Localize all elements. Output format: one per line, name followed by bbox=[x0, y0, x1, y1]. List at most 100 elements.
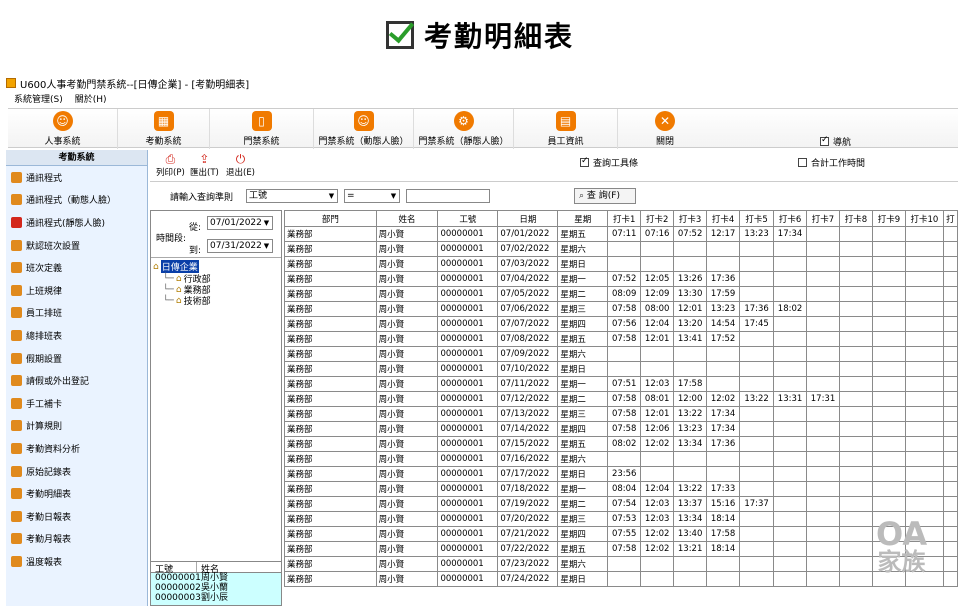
toolbar-access-button[interactable]: ▯ 門禁系統 bbox=[210, 109, 314, 149]
sidebar-item[interactable]: 通訊程式(靜態人臉) bbox=[6, 211, 147, 234]
menu-about[interactable]: 關於(H) bbox=[75, 92, 107, 105]
column-header[interactable]: 星期 bbox=[557, 210, 609, 227]
sidebar-item[interactable]: 上班規律 bbox=[6, 279, 147, 302]
table-row[interactable]: 業務部 周小賢 00000001 07/08/2022 星期五 07:58 12:01 13:… bbox=[284, 331, 958, 347]
toolbar-close-button[interactable]: ✕ 關閉 bbox=[618, 109, 712, 149]
sidebar-item[interactable]: 手工補卡 bbox=[6, 392, 147, 415]
export-button[interactable]: ⇪ 匯出(T) bbox=[190, 152, 219, 178]
table-row[interactable]: 業務部 周小賢 00000001 07/12/2022 星期二 07:58 08:01 12:… bbox=[284, 391, 958, 407]
table-row[interactable]: 業務部 周小賢 00000001 07/18/2022 星期一 08:04 12:04 13:… bbox=[284, 481, 958, 497]
column-header[interactable]: 打卡3 bbox=[673, 210, 708, 227]
table-cell: 15:16 bbox=[706, 496, 741, 512]
column-header[interactable]: 工號 bbox=[437, 210, 499, 227]
menu-item-icon bbox=[11, 488, 22, 500]
sidebar-item[interactable]: 通訊程式 bbox=[6, 166, 147, 189]
menu-item-icon bbox=[11, 284, 22, 296]
column-header[interactable]: 打卡6 bbox=[773, 210, 808, 227]
column-header[interactable]: 打卡8 bbox=[838, 210, 873, 227]
table-row[interactable]: 業務部 周小賢 00000001 07/14/2022 星期四 07:58 12:06 13:… bbox=[284, 421, 958, 437]
sidebar-item[interactable]: 考勤明細表 bbox=[6, 482, 147, 505]
column-header[interactable]: 打卡7 bbox=[806, 210, 840, 227]
query-field-select[interactable]: 工號 ▼ bbox=[246, 189, 338, 203]
sidebar-item[interactable]: 溫度報表 bbox=[6, 550, 147, 573]
column-header[interactable]: 部門 bbox=[284, 210, 377, 227]
query-operator-select[interactable]: = ▼ bbox=[344, 189, 400, 203]
toolbar-attendance-button[interactable]: ▦ 考勤系統 bbox=[118, 109, 210, 149]
table-row[interactable]: 業務部 周小賢 00000001 07/17/2022 星期日 23:56 bbox=[284, 466, 958, 482]
nav-checkbox[interactable]: 導航 bbox=[820, 135, 851, 148]
column-header[interactable]: 打卡1 bbox=[607, 210, 642, 227]
checkbox-box[interactable] bbox=[820, 135, 829, 146]
table-cell: 07:51 bbox=[607, 376, 642, 392]
sidebar-item[interactable]: 計算規則 bbox=[6, 415, 147, 438]
sidebar-item[interactable]: 原始記錄表 bbox=[6, 460, 147, 483]
sidebar-item[interactable]: 假期設置 bbox=[6, 347, 147, 370]
column-header[interactable]: 打 bbox=[942, 210, 958, 227]
sidebar-item[interactable]: 考勤資料分析 bbox=[6, 437, 147, 460]
column-header[interactable]: 打卡2 bbox=[640, 210, 675, 227]
employee-row[interactable]: 00000002 吳小蘭 bbox=[151, 583, 281, 593]
toolbar-access-dynamic-face-button[interactable]: ☺ 門禁系統（動態人臉） bbox=[314, 109, 414, 149]
table-row[interactable]: 業務部 周小賢 00000001 07/13/2022 星期三 07:58 12:01 13:… bbox=[284, 406, 958, 422]
chevron-down-icon[interactable]: ▼ bbox=[262, 241, 271, 251]
table-row[interactable]: 業務部 周小賢 00000001 07/03/2022 星期日 bbox=[284, 256, 958, 272]
employee-row[interactable]: 00000003 劉小辰 bbox=[151, 593, 281, 603]
table-row[interactable]: 業務部 周小賢 00000001 07/23/2022 星期六 bbox=[284, 556, 958, 572]
sidebar-item[interactable]: 總排班表 bbox=[6, 324, 147, 347]
table-row[interactable]: 業務部 周小賢 00000001 07/04/2022 星期一 07:52 12:05 13:… bbox=[284, 271, 958, 287]
column-header[interactable]: 姓名 bbox=[375, 210, 439, 227]
checkbox-box[interactable] bbox=[798, 158, 807, 167]
checkbox-box[interactable] bbox=[580, 156, 589, 167]
query-button[interactable]: ⌕ 查 詢(F) bbox=[574, 188, 636, 204]
sidebar-item[interactable]: 考勤日報表 bbox=[6, 505, 147, 528]
tree-item[interactable]: └─ ⌂ 技術部 bbox=[163, 294, 211, 308]
table-cell: 星期日 bbox=[557, 256, 609, 272]
table-row[interactable]: 業務部 周小賢 00000001 07/07/2022 星期四 07:56 12:04 13:… bbox=[284, 316, 958, 332]
chevron-down-icon[interactable]: ▼ bbox=[389, 191, 398, 201]
table-row[interactable]: 業務部 周小賢 00000001 07/24/2022 星期日 bbox=[284, 571, 958, 587]
toolbar-access-static-face-button[interactable]: ⚙ 門禁系統（靜態人臉） bbox=[414, 109, 514, 149]
table-row[interactable]: 業務部 周小賢 00000001 07/02/2022 星期六 bbox=[284, 241, 958, 257]
sidebar-item[interactable]: 通訊程式（動態人臉） bbox=[6, 189, 147, 212]
sidebar-item[interactable]: 默認班次設置 bbox=[6, 234, 147, 257]
sidebar-item[interactable]: 請假或外出登記 bbox=[6, 369, 147, 392]
chevron-down-icon[interactable]: ▼ bbox=[327, 191, 336, 201]
from-date-picker[interactable]: 07/01/2022 ▼ bbox=[207, 216, 273, 230]
table-row[interactable]: 業務部 周小賢 00000001 07/09/2022 星期六 bbox=[284, 346, 958, 362]
table-row[interactable]: 業務部 周小賢 00000001 07/01/2022 星期五 07:11 07:16 07:… bbox=[284, 226, 958, 242]
query-value-input[interactable] bbox=[406, 189, 490, 203]
col-header[interactable]: 姓名 bbox=[197, 562, 219, 575]
sidebar-item[interactable]: 考勤月報表 bbox=[6, 528, 147, 551]
col-header[interactable]: 工號 bbox=[151, 562, 197, 575]
table-row[interactable]: 業務部 周小賢 00000001 07/11/2022 星期一 07:51 12:03 17:… bbox=[284, 376, 958, 392]
table-row[interactable]: 業務部 周小賢 00000001 07/20/2022 星期三 07:53 12:03 13:… bbox=[284, 511, 958, 527]
table-row[interactable]: 業務部 周小賢 00000001 07/22/2022 星期五 07:58 12:02 13:… bbox=[284, 541, 958, 557]
column-header[interactable]: 打卡5 bbox=[739, 210, 775, 227]
column-header[interactable]: 打卡4 bbox=[706, 210, 741, 227]
table-row[interactable]: 業務部 周小賢 00000001 07/19/2022 星期二 07:54 12:03 13:… bbox=[284, 496, 958, 512]
sidebar-item[interactable]: 員工排班 bbox=[6, 302, 147, 325]
table-cell bbox=[607, 571, 642, 587]
table-row[interactable]: 業務部 周小賢 00000001 07/15/2022 星期五 08:02 12:02 13:… bbox=[284, 436, 958, 452]
to-date-picker[interactable]: 07/31/2022 ▼ bbox=[207, 239, 273, 253]
table-row[interactable]: 業務部 周小賢 00000001 07/21/2022 星期四 07:55 12:02 13:… bbox=[284, 526, 958, 542]
table-cell: 13:22 bbox=[739, 391, 775, 407]
column-header[interactable]: 打卡9 bbox=[871, 210, 906, 227]
sidebar-item[interactable]: 班次定義 bbox=[6, 256, 147, 279]
table-row[interactable]: 業務部 周小賢 00000001 07/10/2022 星期日 bbox=[284, 361, 958, 377]
table-row[interactable]: 業務部 周小賢 00000001 07/05/2022 星期二 08:09 12:09 13:… bbox=[284, 286, 958, 302]
sum-hours-toggle[interactable]: 合計工作時間 bbox=[798, 156, 865, 169]
column-header[interactable]: 打卡10 bbox=[904, 210, 944, 227]
employee-row[interactable]: 00000001 周小賢 bbox=[151, 573, 281, 583]
sidebar-item-label: 員工排班 bbox=[26, 309, 63, 320]
chevron-down-icon[interactable]: ▼ bbox=[262, 218, 271, 228]
toolbar-staff-info-button[interactable]: ▤ 員工資訊 bbox=[514, 109, 618, 149]
toolbar-hr-button[interactable]: ☺ 人事系統 bbox=[8, 109, 118, 149]
menu-system[interactable]: 系統管理(S) bbox=[14, 92, 63, 105]
print-button[interactable]: ⎙ 列印(P) bbox=[156, 152, 185, 178]
exit-button[interactable]: ⏻ 退出(E) bbox=[226, 152, 255, 178]
table-row[interactable]: 業務部 周小賢 00000001 07/06/2022 星期三 07:58 08:00 12:… bbox=[284, 301, 958, 317]
column-header[interactable]: 日期 bbox=[497, 210, 559, 227]
query-toolbar-toggle[interactable]: 查詢工具條 bbox=[580, 156, 638, 169]
table-row[interactable]: 業務部 周小賢 00000001 07/16/2022 星期六 bbox=[284, 451, 958, 467]
